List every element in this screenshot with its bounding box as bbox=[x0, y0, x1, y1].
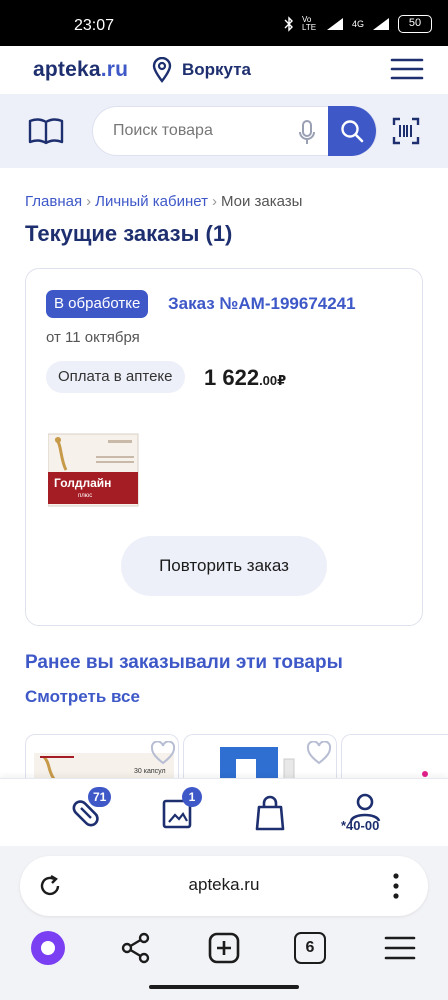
compare-count-badge: 1 bbox=[182, 787, 202, 807]
search-input[interactable]: Поиск товара bbox=[92, 106, 377, 156]
price-currency: ₽ bbox=[277, 373, 287, 388]
battery-icon: 50 bbox=[398, 15, 432, 33]
breadcrumb: Главная › Личный кабинет › Мои заказы bbox=[25, 193, 302, 210]
logo[interactable]: apteka.ru bbox=[33, 58, 128, 82]
volte-label: Vo LTE bbox=[301, 15, 317, 32]
product-thumb bbox=[220, 747, 295, 778]
see-all-link[interactable]: Смотреть все bbox=[25, 687, 140, 707]
breadcrumb-separator: › bbox=[86, 193, 92, 210]
favorites-count-badge: 71 bbox=[88, 787, 112, 807]
logo-tld: .ru bbox=[100, 58, 129, 81]
breadcrumb-separator: › bbox=[211, 193, 217, 210]
menu-icon[interactable] bbox=[390, 58, 424, 80]
nav-cart[interactable] bbox=[252, 793, 292, 833]
more-vertical-icon[interactable] bbox=[392, 872, 400, 900]
status-icons: Vo LTE 4G 50 bbox=[284, 15, 432, 33]
product-card[interactable] bbox=[183, 734, 337, 778]
signal-icon bbox=[326, 18, 343, 30]
product-card[interactable] bbox=[341, 734, 448, 778]
breadcrumb-home[interactable]: Главная bbox=[25, 193, 82, 210]
order-card: В обработке Заказ №АМ-199674241 от 11 ок… bbox=[25, 268, 423, 626]
previous-orders-title: Ранее вы заказывали эти товары bbox=[25, 652, 343, 673]
address-bar[interactable]: apteka.ru bbox=[20, 856, 428, 916]
microphone-icon[interactable] bbox=[298, 120, 316, 146]
browser-menu-icon[interactable] bbox=[382, 930, 418, 966]
share-icon[interactable] bbox=[118, 930, 154, 966]
search-bar: Поиск товара bbox=[0, 94, 448, 168]
favorite-heart-icon[interactable] bbox=[306, 741, 332, 765]
bluetooth-icon bbox=[284, 16, 293, 32]
search-placeholder: Поиск товара bbox=[113, 122, 213, 139]
breadcrumb-current: Мои заказы bbox=[220, 193, 303, 210]
product-box-illustration: Голдлайн плюс bbox=[47, 433, 139, 507]
alice-assistant-icon[interactable] bbox=[28, 928, 68, 968]
price-main: 1 622 bbox=[204, 365, 260, 390]
logo-main: apteka bbox=[33, 58, 101, 81]
signal-icon-2 bbox=[373, 18, 389, 30]
tabs-count-button[interactable]: 6 bbox=[294, 932, 326, 964]
browser-toolbar: apteka.ru 6 bbox=[0, 846, 448, 1000]
barcode-scan-icon[interactable] bbox=[392, 117, 420, 145]
favorite-heart-icon[interactable] bbox=[150, 741, 176, 765]
status-time: 23:07 bbox=[74, 17, 115, 34]
payment-method-chip: Оплата в аптеке bbox=[46, 361, 185, 393]
product-sub-text: плюс bbox=[78, 493, 92, 499]
city-selector[interactable]: Воркута bbox=[182, 60, 251, 80]
bottom-navigation: 71 1 bbox=[0, 778, 448, 846]
order-date: от 11 октября bbox=[46, 329, 140, 346]
new-tab-icon[interactable] bbox=[206, 930, 242, 966]
product-note: 30 капсул bbox=[134, 768, 166, 775]
previous-products-carousel[interactable]: 30 капсул bbox=[25, 734, 448, 778]
order-price: 1 622.00₽ bbox=[204, 365, 286, 391]
catalog-book-icon[interactable] bbox=[28, 117, 64, 145]
location-pin-icon[interactable] bbox=[152, 57, 172, 83]
tabs-count: 6 bbox=[305, 939, 315, 956]
home-indicator bbox=[149, 985, 299, 989]
status-bar: 23:07 Vo LTE 4G 50 bbox=[0, 0, 448, 46]
shopping-bag-icon bbox=[255, 795, 285, 831]
breadcrumb-cabinet[interactable]: Личный кабинет bbox=[95, 193, 208, 210]
product-thumb bbox=[422, 771, 428, 777]
account-label[interactable]: *40-00 bbox=[341, 818, 379, 833]
order-number-link[interactable]: Заказ №АМ-199674241 bbox=[168, 294, 356, 314]
network-label: 4G bbox=[351, 19, 364, 29]
price-cents: .00 bbox=[259, 373, 278, 388]
order-status-badge: В обработке bbox=[46, 290, 149, 318]
url-text: apteka.ru bbox=[188, 875, 260, 894]
repeat-order-button[interactable]: Повторить заказ bbox=[121, 536, 327, 596]
search-button[interactable] bbox=[328, 106, 376, 156]
product-brand-text: Голдлайн bbox=[54, 476, 111, 490]
site-header: apteka.ru Воркута bbox=[0, 46, 448, 94]
nav-pills-favorites[interactable]: 71 bbox=[66, 787, 112, 833]
product-image[interactable]: Голдлайн плюс bbox=[47, 432, 140, 508]
product-card[interactable]: 30 капсул bbox=[25, 734, 179, 778]
page-title: Текущие заказы (1) bbox=[25, 221, 233, 246]
nav-compare[interactable]: 1 bbox=[158, 787, 202, 833]
search-icon bbox=[341, 120, 364, 143]
